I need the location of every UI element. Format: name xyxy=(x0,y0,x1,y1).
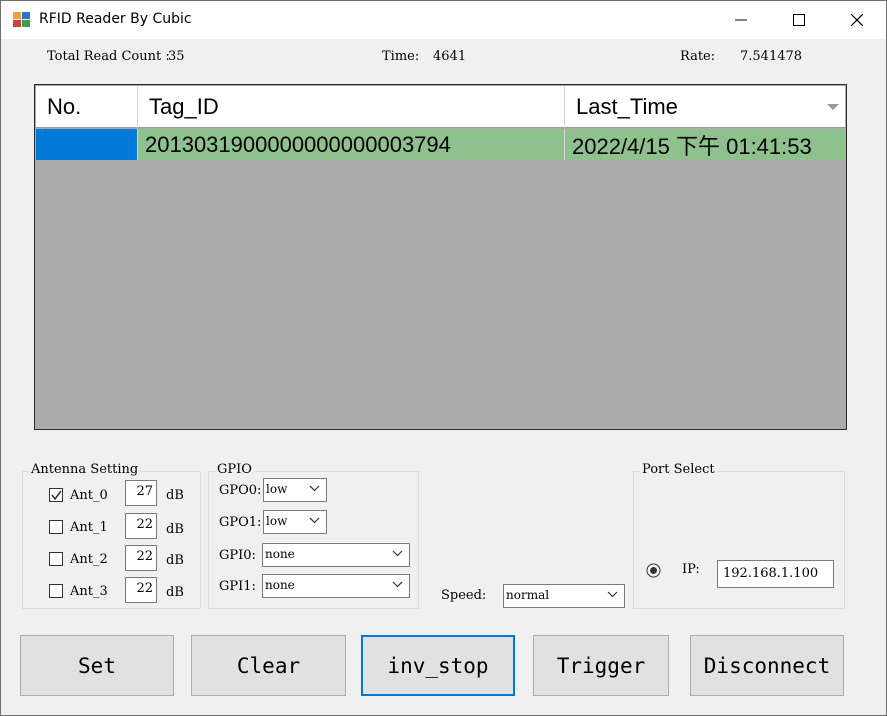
gpo1-value: low xyxy=(266,514,288,528)
ip-radio-button[interactable] xyxy=(646,563,661,578)
ant-3-checkbox[interactable] xyxy=(49,584,63,598)
column-header-last-time-label: Last_Time xyxy=(576,94,678,119)
ip-address-field[interactable]: 192.168.1.100 xyxy=(717,560,834,588)
cell-tag-id[interactable]: 2013031900000000000003794 xyxy=(138,129,565,160)
antenna-setting-legend: Antenna Setting xyxy=(29,462,141,477)
checkmark-icon xyxy=(51,490,62,501)
chevron-down-icon xyxy=(309,485,320,492)
ant-1-label: Ant_1 xyxy=(70,520,108,535)
column-header-tag-id[interactable]: Tag_ID xyxy=(138,86,565,128)
port-select-group xyxy=(633,471,845,609)
ant-1-power-field[interactable]: 22 xyxy=(125,513,157,539)
gpo0-value: low xyxy=(266,482,288,496)
tag-data-grid[interactable]: No. Tag_ID Last_Time 2013031900000000000… xyxy=(34,84,847,430)
ant-3-power-field[interactable]: 22 xyxy=(125,577,157,603)
radio-selected-icon xyxy=(646,563,661,578)
gpi1-value: none xyxy=(265,578,295,592)
gpio-legend: GPIO xyxy=(215,462,254,477)
gpi1-select[interactable]: none xyxy=(262,574,410,598)
minimize-button[interactable] xyxy=(712,1,770,39)
title-bar: RFID Reader By Cubic xyxy=(1,1,886,39)
minimize-icon xyxy=(735,19,747,21)
gpi1-label: GPI1: xyxy=(219,579,256,594)
table-row[interactable]: 2013031900000000000003794 2022/4/15 下午 0… xyxy=(36,129,845,160)
gpi0-select[interactable]: none xyxy=(262,543,410,567)
ant-1-unit: dB xyxy=(166,522,184,537)
ant-0-label: Ant_0 xyxy=(70,488,108,503)
maximize-icon xyxy=(793,14,805,26)
column-header-last-time[interactable]: Last_Time xyxy=(565,86,845,128)
inv-stop-button[interactable]: inv_stop xyxy=(361,635,515,696)
ant-3-label: Ant_3 xyxy=(70,584,108,599)
ant-0-unit: dB xyxy=(166,488,184,503)
total-read-count-label: Total Read Count : xyxy=(47,49,170,64)
ant-0-power-field[interactable]: 27 xyxy=(125,480,157,506)
gpi0-label: GPI0: xyxy=(219,548,256,563)
clear-button[interactable]: Clear xyxy=(191,635,346,696)
time-value: 4641 xyxy=(433,49,467,64)
ant-2-power-field[interactable]: 22 xyxy=(125,545,157,571)
gpo1-label: GPO1: xyxy=(219,515,262,530)
window-title: RFID Reader By Cubic xyxy=(39,11,192,27)
gpo0-label: GPO0: xyxy=(219,483,262,498)
trigger-button[interactable]: Trigger xyxy=(533,635,669,696)
gpo1-select[interactable]: low xyxy=(263,510,327,534)
chevron-down-icon xyxy=(392,550,403,557)
ant-2-unit: dB xyxy=(166,553,184,568)
gpo0-select[interactable]: low xyxy=(263,478,327,502)
maximize-button[interactable] xyxy=(770,1,828,39)
ip-label: IP: xyxy=(682,562,700,577)
sort-arrow-icon xyxy=(827,104,839,110)
set-button[interactable]: Set xyxy=(20,635,174,696)
disconnect-button[interactable]: Disconnect xyxy=(690,635,844,696)
chevron-down-icon xyxy=(607,591,618,598)
cell-no[interactable] xyxy=(36,129,138,160)
speed-label: Speed: xyxy=(441,588,487,603)
close-icon xyxy=(851,14,863,26)
port-select-legend: Port Select xyxy=(640,462,717,477)
close-button[interactable] xyxy=(828,1,886,39)
chevron-down-icon xyxy=(309,517,320,524)
speed-value: normal xyxy=(506,588,550,602)
column-header-no[interactable]: No. xyxy=(36,86,138,128)
ant-2-checkbox[interactable] xyxy=(49,552,63,566)
speed-select[interactable]: normal xyxy=(503,584,625,608)
rate-label: Rate: xyxy=(680,49,716,64)
time-label: Time: xyxy=(382,49,420,64)
main-window: RFID Reader By Cubic Total Read Count : … xyxy=(0,0,887,716)
grid-header: No. Tag_ID Last_Time xyxy=(36,86,845,128)
cell-last-time[interactable]: 2022/4/15 下午 01:41:53 xyxy=(565,129,845,160)
chevron-down-icon xyxy=(392,581,403,588)
ant-3-unit: dB xyxy=(166,585,184,600)
gpi0-value: none xyxy=(265,547,295,561)
ant-1-checkbox[interactable] xyxy=(49,520,63,534)
rate-value: 7.541478 xyxy=(740,49,803,64)
ant-2-label: Ant_2 xyxy=(70,552,108,567)
ant-0-checkbox[interactable] xyxy=(49,488,63,502)
total-read-count-value: 35 xyxy=(168,49,185,64)
app-icon xyxy=(13,12,31,28)
